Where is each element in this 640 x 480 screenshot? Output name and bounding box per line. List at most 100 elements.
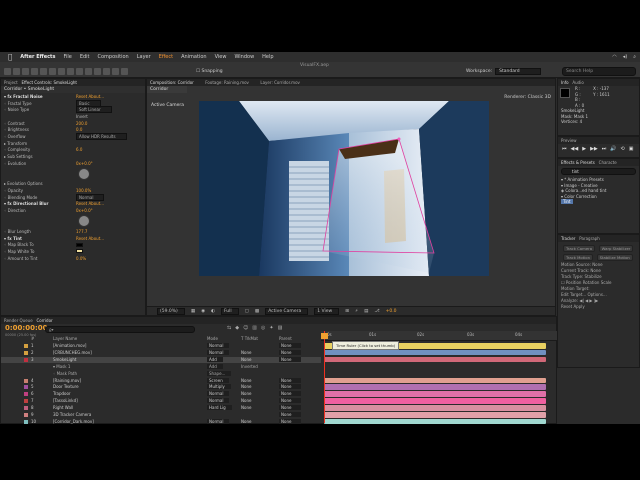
layer-mode-dropdown[interactable]: Add	[207, 363, 223, 369]
effect-property-row[interactable]: ▸ Sub Settings	[4, 153, 145, 160]
roto-tool-icon[interactable]	[112, 68, 119, 75]
viewer-subtab[interactable]: Corridor	[147, 86, 187, 93]
toggle-pixel-icon[interactable]: ⊞	[345, 309, 349, 314]
layer-duration-bar[interactable]	[324, 405, 546, 411]
tab-project[interactable]: Project	[4, 80, 18, 85]
effect-property-row[interactable]: ◦ Amount to Tint 0.0%	[4, 255, 145, 262]
layer-duration-bar[interactable]	[324, 356, 546, 363]
property-value[interactable]: Reset About...	[76, 201, 104, 206]
magnification-dropdown[interactable]: (59.0%)	[157, 307, 185, 315]
menu-app-name[interactable]: After Effects	[20, 54, 55, 60]
effects-tree-item[interactable]: Tint	[561, 199, 639, 205]
layer-row[interactable]: 5 Door Texture Multiply None None	[1, 384, 321, 391]
menu-file[interactable]: File	[63, 54, 71, 60]
layer-parent-dropdown[interactable]: None	[279, 412, 302, 417]
layer-label-color[interactable]	[24, 399, 28, 404]
tab-tracker[interactable]: Tracker	[561, 236, 575, 241]
effect-property-row[interactable]: ▾ fx Tint Reset About...	[4, 235, 145, 242]
layer-parent-dropdown[interactable]: None	[279, 349, 302, 355]
workspace-selector[interactable]: Workspace: Standard	[466, 68, 541, 75]
rotate-tool-icon[interactable]	[31, 68, 38, 75]
selection-tool-icon[interactable]	[4, 68, 11, 75]
menu-help[interactable]: Help	[262, 54, 273, 60]
tab-composition[interactable]: Composition: Corridor	[150, 80, 194, 85]
layer-duration-bar[interactable]	[324, 349, 546, 356]
color-channel-icon[interactable]: ◐	[211, 309, 215, 314]
effect-property-row[interactable]: ◦ Fractal Type Basic	[4, 99, 145, 107]
volume-icon[interactable]: ◂)	[623, 54, 627, 60]
frame-blend-icon[interactable]: ▥	[252, 325, 257, 331]
zoom-tool-icon[interactable]	[22, 68, 29, 75]
property-dropdown[interactable]: Soft Linear	[76, 106, 112, 114]
layer-row[interactable]: 6 Trapdoor Normal None None	[1, 391, 321, 398]
property-value[interactable]: 0x+0.0°	[76, 161, 93, 166]
pen-tool-icon[interactable]	[67, 68, 74, 75]
tab-effects-presets[interactable]: Effects & Presets	[561, 160, 595, 165]
angle-dial[interactable]	[78, 167, 90, 180]
layer-mode-dropdown[interactable]: Hard Lig	[207, 405, 232, 411]
layer-duration-bar[interactable]	[324, 398, 546, 404]
camera-snapshot-icon[interactable]: ◉	[201, 309, 205, 314]
layer-parent-dropdown[interactable]: None	[279, 384, 302, 390]
layer-duration-bar[interactable]	[324, 418, 546, 424]
layer-mode-dropdown[interactable]: Screen	[207, 377, 229, 383]
tab-effect-controls[interactable]: Effect Controls: SmokeLight	[22, 80, 77, 85]
renderer-label[interactable]: Renderer: Classic 3D	[504, 95, 551, 100]
composition-canvas[interactable]	[199, 101, 489, 276]
property-dropdown[interactable]: Allow HDR Results	[76, 132, 127, 140]
time-ruler[interactable]: 0s 01s 02s 03s 04s	[321, 331, 557, 341]
effect-property-row[interactable]: ◦ Map White To	[4, 248, 145, 255]
tab-paragraph[interactable]: Paragraph	[579, 236, 600, 241]
property-value[interactable]: Reset About...	[76, 236, 104, 241]
layer-label-color[interactable]	[24, 357, 28, 362]
next-frame-icon[interactable]: ▶▶	[590, 146, 598, 152]
property-value[interactable]: 0x+0.0°	[76, 208, 93, 213]
menu-view[interactable]: View	[215, 54, 227, 60]
first-frame-icon[interactable]: ⏮	[562, 146, 567, 152]
property-value[interactable]: 100.0%	[76, 188, 91, 193]
audio-icon[interactable]: 🔊	[610, 146, 616, 152]
layer-row[interactable]: 1 [Animation.mov] Normal None	[1, 343, 321, 350]
timeline-search-input[interactable]: ϱ▾	[45, 326, 195, 333]
layer-row[interactable]: 3 SmokeLight Add None None	[1, 356, 321, 364]
layer-label-color[interactable]	[24, 413, 28, 417]
tab-character[interactable]: Characte	[599, 160, 617, 165]
property-value[interactable]: 0.0	[76, 127, 82, 132]
layer-mode-dropdown[interactable]: Shape...	[207, 370, 232, 376]
apple-icon[interactable]: 	[8, 53, 12, 61]
playhead-handle[interactable]	[321, 333, 328, 339]
reset-apply-row[interactable]: Reset Apply	[558, 304, 639, 310]
snapping-checkbox[interactable]: ☐ Snapping	[196, 69, 223, 74]
layer-mode-dropdown[interactable]: Normal	[207, 349, 230, 355]
flowchart-icon[interactable]: ⎇	[374, 309, 379, 314]
layer-label-color[interactable]	[24, 385, 28, 390]
effect-property-row[interactable]: ◦ Opacity 100.0%	[4, 187, 145, 194]
effect-property-row[interactable]: ◦ Blur Length 177.7	[4, 228, 145, 235]
effects-search-input[interactable]: tint	[561, 168, 636, 175]
puppet-tool-icon[interactable]	[121, 68, 128, 75]
tab-preview[interactable]: Preview	[558, 137, 639, 144]
effect-property-row[interactable]: ◦ Blending Mode Normal	[4, 193, 145, 201]
grid-icon[interactable]: ▦	[191, 309, 195, 314]
effect-property-row[interactable]: ◦ Contrast 200.0	[4, 120, 145, 127]
menu-window[interactable]: Window	[234, 54, 254, 60]
camera-tool-icon[interactable]	[40, 68, 47, 75]
layer-label-color[interactable]	[24, 392, 28, 397]
eraser-tool-icon[interactable]	[103, 68, 110, 75]
effect-property-row[interactable]: ▸ Evolution Options	[4, 181, 145, 188]
menu-effect[interactable]: Effect	[159, 54, 173, 60]
layer-parent-dropdown[interactable]: None	[279, 418, 302, 424]
resolution-dropdown[interactable]: Full	[220, 307, 239, 315]
layer-mode-dropdown[interactable]: Normal	[207, 418, 230, 424]
layer-label-color[interactable]	[24, 406, 28, 411]
color-swatch[interactable]	[76, 249, 83, 254]
pan-behind-tool-icon[interactable]	[49, 68, 56, 75]
menu-edit[interactable]: Edit	[80, 54, 90, 60]
color-swatch[interactable]	[76, 242, 83, 247]
current-time-display[interactable]: 0:00:00:00	[5, 324, 48, 332]
tab-footage[interactable]: Footage: Raining.mov	[205, 80, 249, 85]
playhead-line[interactable]	[324, 331, 325, 423]
motion-blur-icon[interactable]: ◎	[261, 325, 265, 331]
effect-property-row[interactable]: ◦ Complexity 6.0	[4, 147, 145, 154]
warp-stabilizer-button[interactable]: Warp Stabilizer	[598, 245, 634, 252]
